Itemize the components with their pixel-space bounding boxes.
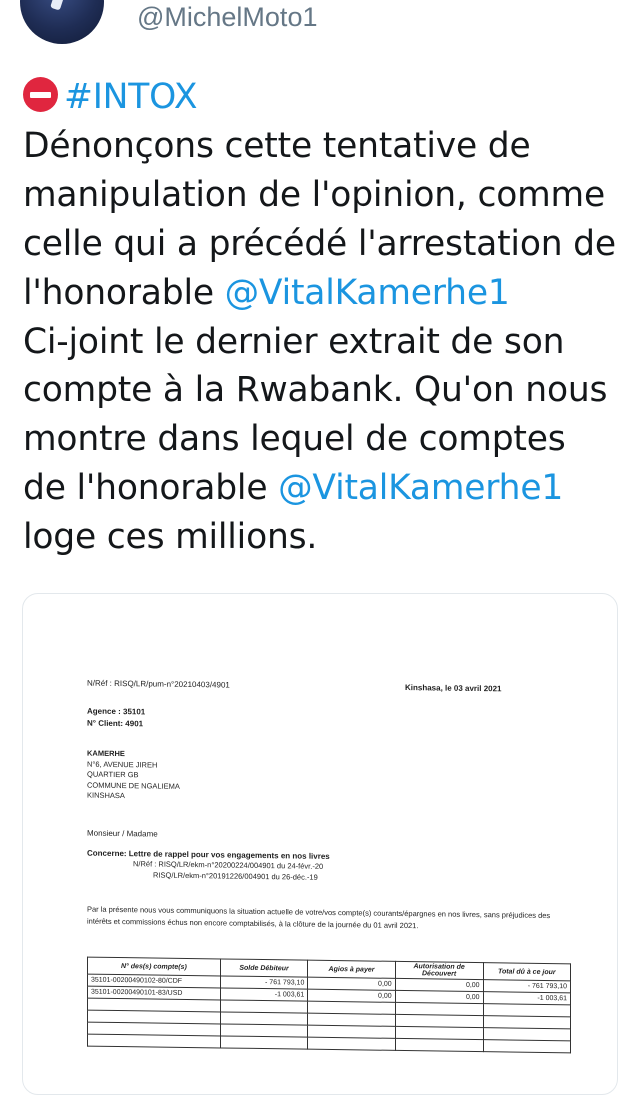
agence-label: Agence : 35101 xyxy=(87,706,146,717)
table-header: Solde Débiteur xyxy=(220,958,308,978)
user-handle[interactable]: @MichelMoto1 xyxy=(137,2,317,33)
tweet-line: l'honorable @VitalKamerhe1 xyxy=(23,269,623,318)
client-label: N° Client: 4901 xyxy=(87,718,144,729)
tweet-line: compte à la Rwabank. Qu'on nous xyxy=(23,370,608,411)
tweet-line: celle qui a précédé l'arrestation de xyxy=(23,223,616,264)
address-line: QUARTIER GB xyxy=(87,769,139,780)
recipient-address: KAMERHE N°6, AVENUE JIREH QUARTIER GB CO… xyxy=(87,749,180,803)
salutation: Monsieur / Madame xyxy=(87,828,158,839)
table-header: N° des(s) compte(s) xyxy=(87,957,221,976)
bank-letter: N/Réf : RISQ/LR/pum-n°20210403/4901 Kins… xyxy=(87,679,577,1053)
table-header: Autorisation de Découvert xyxy=(395,961,484,980)
concern-section: Concerne: Lettre de rappel pour vos enga… xyxy=(87,849,330,883)
accounts-table: N° des(s) compte(s) Solde Débiteur Agios… xyxy=(87,957,571,1054)
hashtag-link[interactable]: #INTOX xyxy=(64,77,198,117)
tweet-line: Ci-joint le dernier extrait de son xyxy=(23,321,565,362)
attached-image[interactable]: N/Réf : RISQ/LR/pum-n°20210403/4901 Kins… xyxy=(22,593,618,1095)
mention-link[interactable]: @VitalKamerhe1 xyxy=(278,468,563,508)
no-entry-icon xyxy=(23,77,58,112)
table-cell xyxy=(483,1039,571,1053)
table-cell xyxy=(220,1035,308,1050)
concern-refs: N/Réf : RISQ/LR/ekm-n°20200224/004901 du… xyxy=(133,858,330,883)
address-line: KAMERHE xyxy=(87,748,125,759)
tweet-line-text: l'honorable xyxy=(23,272,225,313)
tweet-line: de l'honorable @VitalKamerhe1 xyxy=(23,464,623,513)
table-cell xyxy=(87,1034,221,1048)
mention-link[interactable]: @VitalKamerhe1 xyxy=(225,273,510,313)
tweet-line: montre dans lequel de comptes xyxy=(23,419,566,460)
tweet-text: #INTOX Dénonçons cette tentative de mani… xyxy=(23,73,623,562)
tweet-line: Dénonçons cette tentative de xyxy=(23,125,531,166)
tweet-line: loge ces millions. xyxy=(23,517,318,558)
avatar[interactable] xyxy=(20,0,104,44)
letter-date: Kinshasa, le 03 avril 2021 xyxy=(405,683,502,694)
tweet-line-text: de l'honorable xyxy=(23,468,279,509)
tweet-line: manipulation de l'opinion, comme xyxy=(23,174,605,215)
address-line: KINSHASA xyxy=(87,790,125,801)
table-cell xyxy=(395,1038,484,1052)
tweet-line: #INTOX xyxy=(23,73,623,122)
table-cell xyxy=(307,1037,396,1051)
table-header: Total dû à ce jour xyxy=(483,962,571,981)
letter-reference: N/Réf : RISQ/LR/pum-n°20210403/4901 xyxy=(87,678,230,690)
table-header: Agios à payer xyxy=(307,960,396,979)
letter-paragraph: Par la présente nous vous communiquons l… xyxy=(87,904,551,930)
concern-ref: RISQ/LR/ekm-n°20191226/004901 du 26-déc.… xyxy=(153,870,318,882)
